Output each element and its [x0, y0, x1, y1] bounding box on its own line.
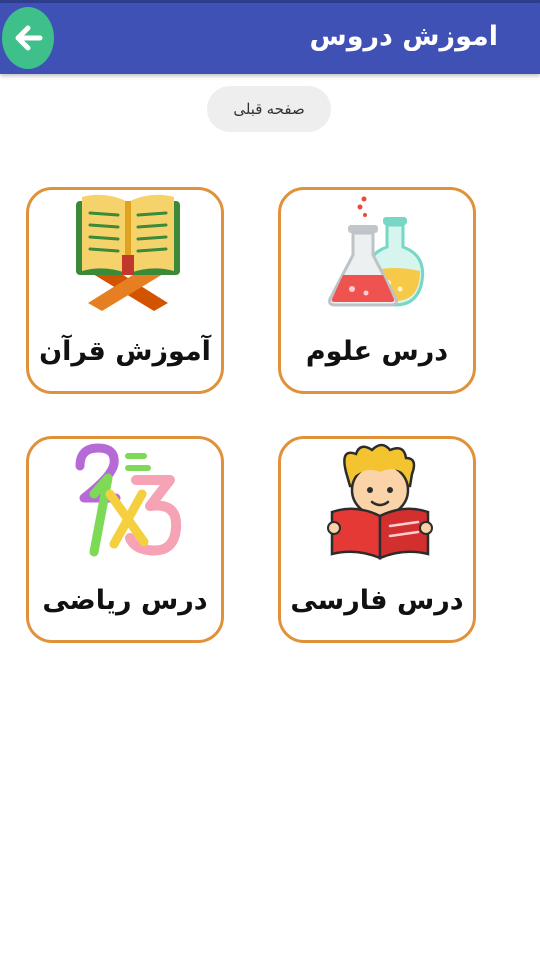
page-title: اموزش دروس: [309, 21, 498, 52]
back-button[interactable]: [2, 7, 54, 69]
reading-boy-icon: [327, 443, 433, 560]
arrow-left-icon: [15, 25, 43, 51]
card-label: آموزش قرآن: [39, 336, 211, 367]
quran-book-icon: [76, 194, 180, 311]
card-science[interactable]: درس علوم: [278, 187, 476, 394]
card-quran[interactable]: آموزش قرآن: [26, 187, 224, 394]
card-label: درس فارسی: [290, 585, 464, 616]
previous-page-button[interactable]: صفحه قبلی: [207, 86, 331, 132]
card-math[interactable]: درس ریاضی: [26, 436, 224, 643]
card-label: درس ریاضی: [42, 585, 208, 616]
card-label: درس علوم: [305, 336, 449, 367]
numbers-icon: [75, 443, 182, 557]
app-bar: اموزش دروس: [0, 3, 540, 74]
lab-flasks-icon: [328, 196, 425, 307]
card-persian[interactable]: درس فارسی: [278, 436, 476, 643]
